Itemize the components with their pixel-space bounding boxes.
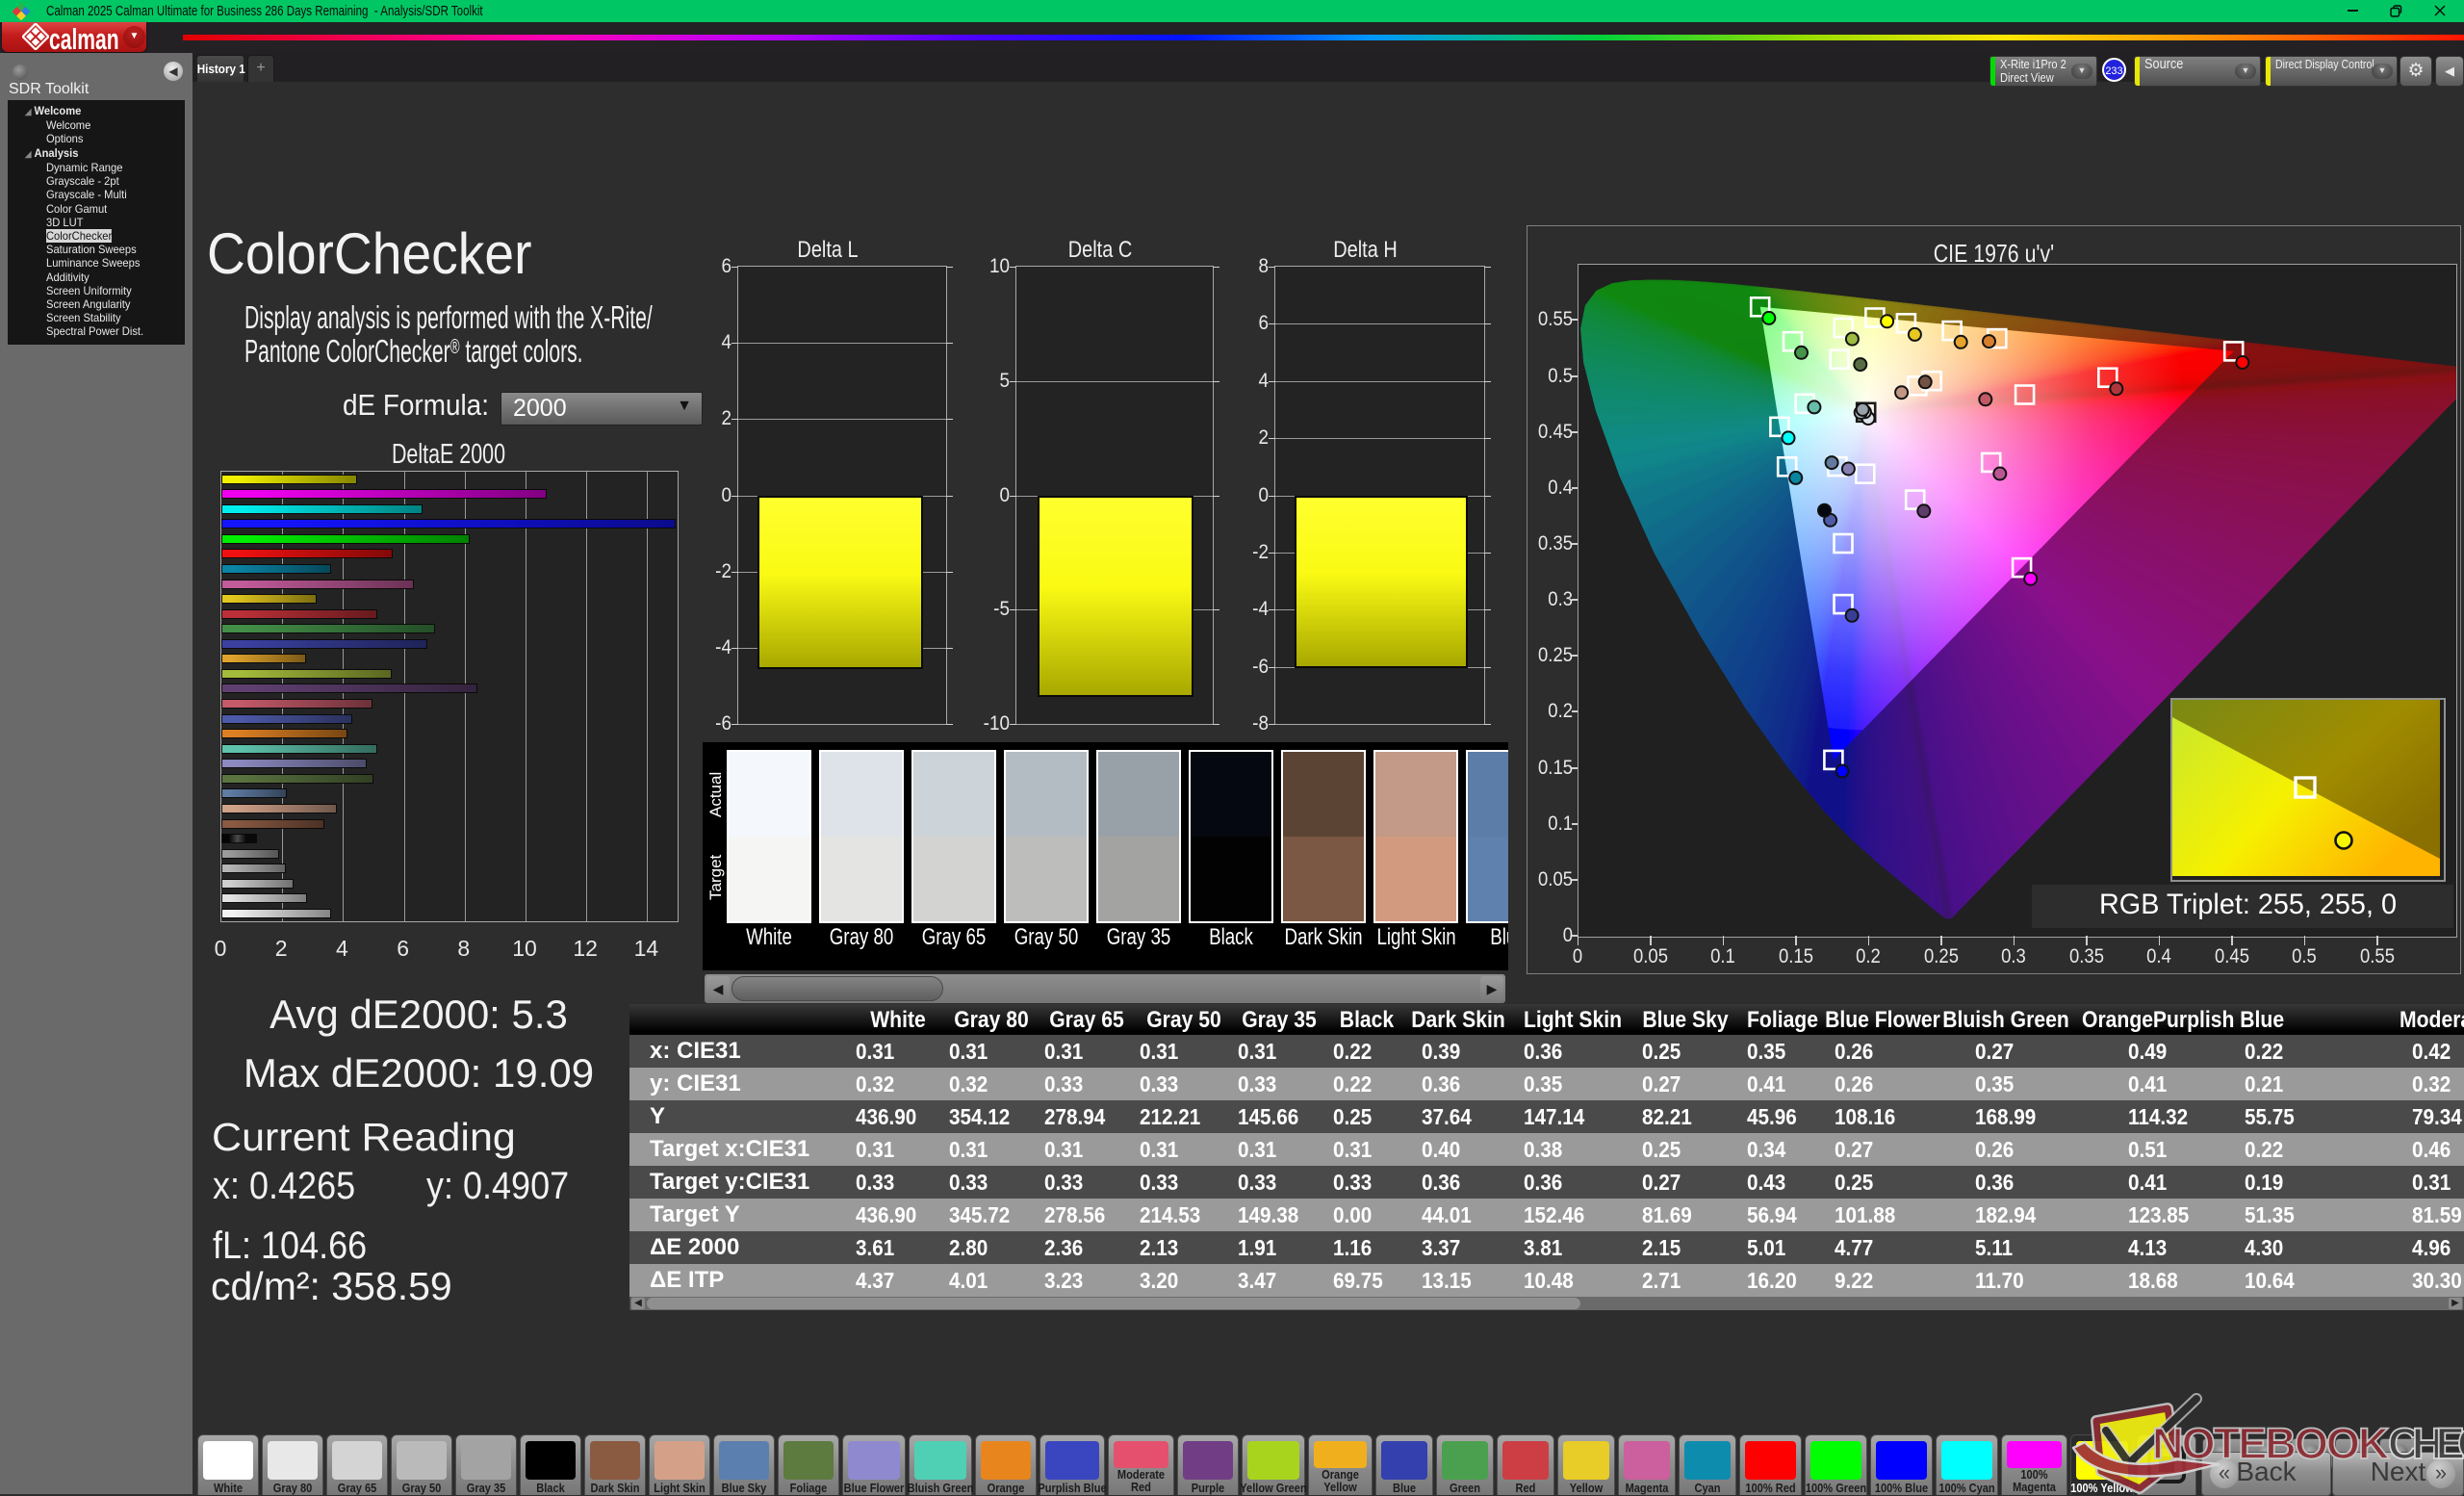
svg-text:CHECK: CHECK [2388, 1419, 2464, 1468]
svg-text:NOTEBOOK: NOTEBOOK [2152, 1419, 2390, 1468]
